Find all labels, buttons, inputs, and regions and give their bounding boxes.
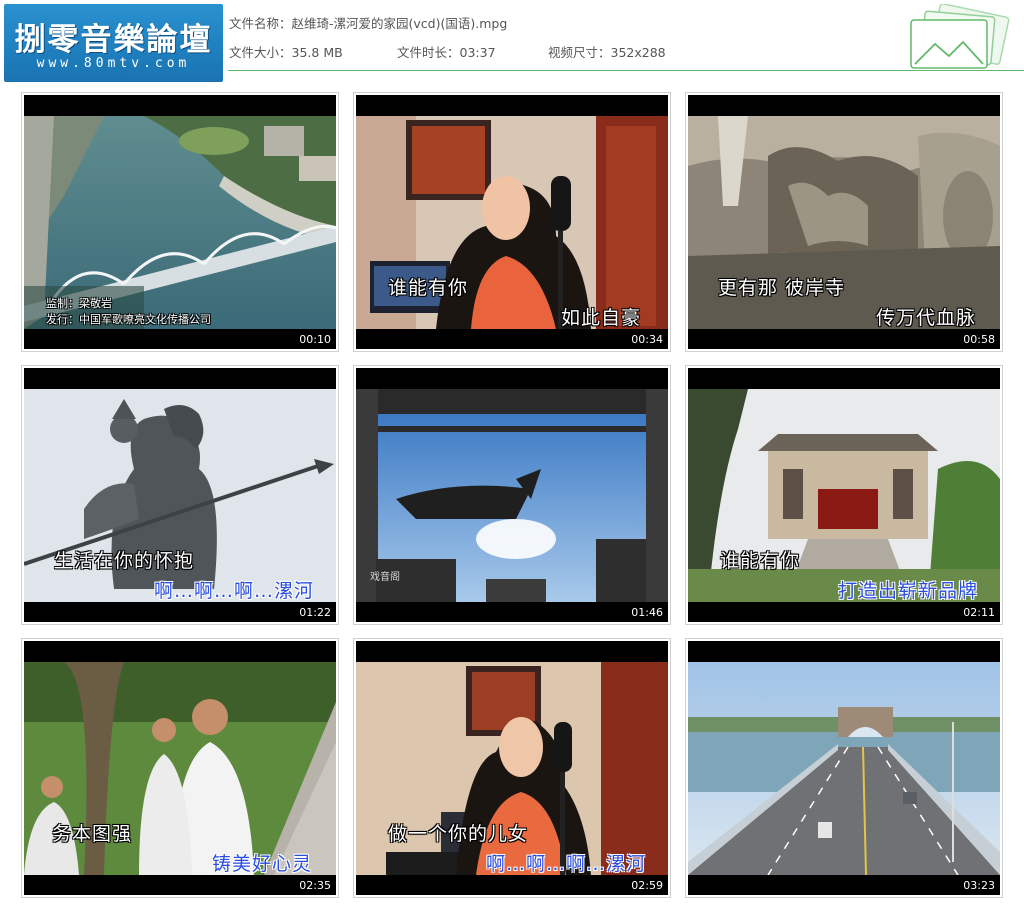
thumbnail-frame: 更有那 彼岸寺 传万代血脉 00:58 [688,95,1000,349]
site-logo: 捌零音樂論壇 www.80mtv.com [4,4,223,82]
caption-line-2: 传万代血脉 [876,307,977,329]
timestamp: 03:23 [963,879,995,892]
timestamp: 00:10 [299,333,331,346]
timestamp: 00:58 [963,333,995,346]
thumbnail-frame: 监制：梁敬岩 发行：中国军歌嘹亮文化传播公司 00:10 [24,95,336,349]
logo-url: www.80mtv.com [36,56,191,71]
video-dimensions-value: 352x288 [610,45,666,60]
file-size-label: 文件大小： [229,45,292,60]
caption-line-1: 戏音阁 [370,572,400,583]
thumbnail-6[interactable]: 谁能有你 打造出崭新品牌 02:11 [685,365,1003,625]
thumbnail-frame: 03:23 [688,641,1000,895]
thumbnail-frame: 务本图强 铸美好心灵 02:35 [24,641,336,895]
thumbnail-1[interactable]: 监制：梁敬岩 发行：中国军歌嘹亮文化传播公司 00:10 [21,92,339,352]
caption-line-2: 铸美好心灵 [212,853,313,875]
thumbnail-8[interactable]: 做一个你的儿女 啊…啊…啊…漯河 02:59 [353,638,671,898]
thumbnail-frame: 谁能有你 如此自豪 00:34 [356,95,668,349]
file-size-row: 文件大小：35.8 MB [229,42,343,61]
thumbnail-3[interactable]: 更有那 彼岸寺 传万代血脉 00:58 [685,92,1003,352]
caption-line-2: 啊…啊…啊…漯河 [154,580,315,602]
file-size-value: 35.8 MB [291,45,343,60]
caption-line-1: 生活在你的怀抱 [54,550,195,572]
thumbnail-frame: 生活在你的怀抱 啊…啊…啊…漯河 01:22 [24,368,336,622]
caption-line-1: 谁能有你 [720,550,801,572]
thumbnail-frame: 做一个你的儿女 啊…啊…啊…漯河 02:59 [356,641,668,895]
file-name-value: 赵维琦-漯河爱的家园(vcd)(国语).mpg [291,16,508,31]
caption-line-2: 发行：中国军歌嘹亮文化传播公司 [46,313,211,326]
video-dimensions-label: 视频尺寸： [548,45,611,60]
caption-line-1: 更有那 彼岸寺 [718,277,846,299]
thumbnail-2[interactable]: 谁能有你 如此自豪 00:34 [353,92,671,352]
video-dimensions-row: 视频尺寸：352x288 [548,42,666,61]
file-name-label: 文件名称： [229,16,292,31]
file-duration-value: 03:37 [459,45,496,60]
timestamp: 02:11 [963,606,995,619]
bridge-road-scene [688,662,1000,875]
caption-line-2: 啊…啊…啊…漯河 [486,853,647,875]
timestamp: 01:46 [631,606,663,619]
caption-line-1: 务本图强 [52,823,133,845]
caption-line-1: 做一个你的儿女 [388,823,529,845]
caption-line-2: 打造出崭新品牌 [838,580,979,602]
file-duration-row: 文件时长：03:37 [397,42,496,61]
picture-stack-icon [910,4,1010,69]
logo-title: 捌零音樂論壇 [14,22,213,58]
thumbnail-7[interactable]: 务本图强 铸美好心灵 02:35 [21,638,339,898]
pavilion-sky-scene [356,389,668,602]
timestamp: 01:22 [299,606,331,619]
caption-line-2: 如此自豪 [561,307,642,329]
file-name-row: 文件名称：赵维琦-漯河爱的家园(vcd)(国语).mpg [229,13,507,32]
thumbnail-5[interactable]: 戏音阁 01:46 [353,365,671,625]
header-divider [228,70,1024,71]
timestamp: 00:34 [631,333,663,346]
caption-line-1: 监制：梁敬岩 [46,297,112,310]
file-duration-label: 文件时长： [397,45,460,60]
timestamp: 02:35 [299,879,331,892]
thumbnail-9[interactable]: 03:23 [685,638,1003,898]
caption-line-1: 谁能有你 [388,277,469,299]
timestamp: 02:59 [631,879,663,892]
thumbnail-4[interactable]: 生活在你的怀抱 啊…啊…啊…漯河 01:22 [21,365,339,625]
thumbnail-frame: 戏音阁 01:46 [356,368,668,622]
thumbnail-frame: 谁能有你 打造出崭新品牌 02:11 [688,368,1000,622]
